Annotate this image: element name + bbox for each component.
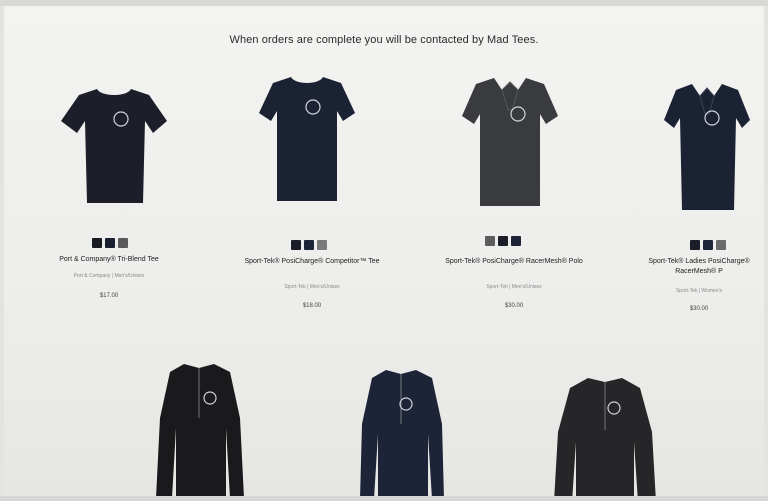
- color-swatch[interactable]: [304, 240, 314, 250]
- product-card[interactable]: [460, 70, 560, 215]
- color-swatch[interactable]: [105, 238, 115, 248]
- color-swatch[interactable]: [703, 240, 713, 250]
- quarter-zip-icon[interactable]: [356, 364, 446, 496]
- product-card[interactable]: [257, 71, 357, 211]
- color-swatch[interactable]: [317, 240, 327, 250]
- quarter-zip-icon[interactable]: [550, 372, 660, 496]
- product-meta: Sport-Tek | Men's/Unisex: [284, 284, 340, 290]
- product-meta: Port & Company | Men's/Unisex: [73, 273, 145, 279]
- color-swatch[interactable]: [690, 240, 700, 250]
- product-meta: Sport-Tek | Women's: [675, 288, 723, 294]
- product-card[interactable]: [356, 364, 446, 496]
- polo-icon[interactable]: [662, 76, 752, 216]
- product-price: $18.00: [302, 303, 322, 309]
- product-card[interactable]: [662, 76, 752, 216]
- color-swatches: [485, 236, 521, 246]
- color-swatch[interactable]: [498, 236, 508, 246]
- color-swatch[interactable]: [485, 236, 495, 246]
- polo-icon[interactable]: [460, 70, 560, 215]
- color-swatch[interactable]: [92, 238, 102, 248]
- color-swatches: [92, 238, 128, 248]
- product-name[interactable]: Sport-Tek® PosiCharge® Competitor™ Tee: [242, 257, 382, 267]
- product-name[interactable]: Sport-Tek® Ladies PosiCharge® RacerMesh®…: [634, 257, 764, 277]
- color-swatches: [690, 240, 726, 250]
- product-price: $17.00: [99, 293, 119, 299]
- color-swatches: [291, 240, 327, 250]
- product-name[interactable]: Sport-Tek® PosiCharge® RacerMesh® Polo: [444, 257, 584, 267]
- tshirt-icon[interactable]: [257, 71, 357, 211]
- product-card[interactable]: [59, 81, 169, 211]
- product-card[interactable]: [550, 372, 660, 496]
- bottom-edge: [0, 496, 768, 501]
- color-swatch[interactable]: [291, 240, 301, 250]
- color-swatch[interactable]: [716, 240, 726, 250]
- quarter-zip-icon[interactable]: [154, 358, 244, 496]
- color-swatch[interactable]: [118, 238, 128, 248]
- order-notice: When orders are complete you will be con…: [229, 34, 539, 46]
- product-meta: Sport-Tek | Men's/Unisex: [486, 284, 542, 290]
- product-name[interactable]: Port & Company® Tri-Blend Tee: [29, 255, 189, 265]
- product-page: When orders are complete you will be con…: [4, 6, 764, 496]
- product-price: $30.00: [504, 303, 524, 309]
- product-card[interactable]: [154, 358, 244, 496]
- product-price: $30.00: [689, 306, 709, 312]
- tshirt-icon[interactable]: [59, 81, 169, 211]
- color-swatch[interactable]: [511, 236, 521, 246]
